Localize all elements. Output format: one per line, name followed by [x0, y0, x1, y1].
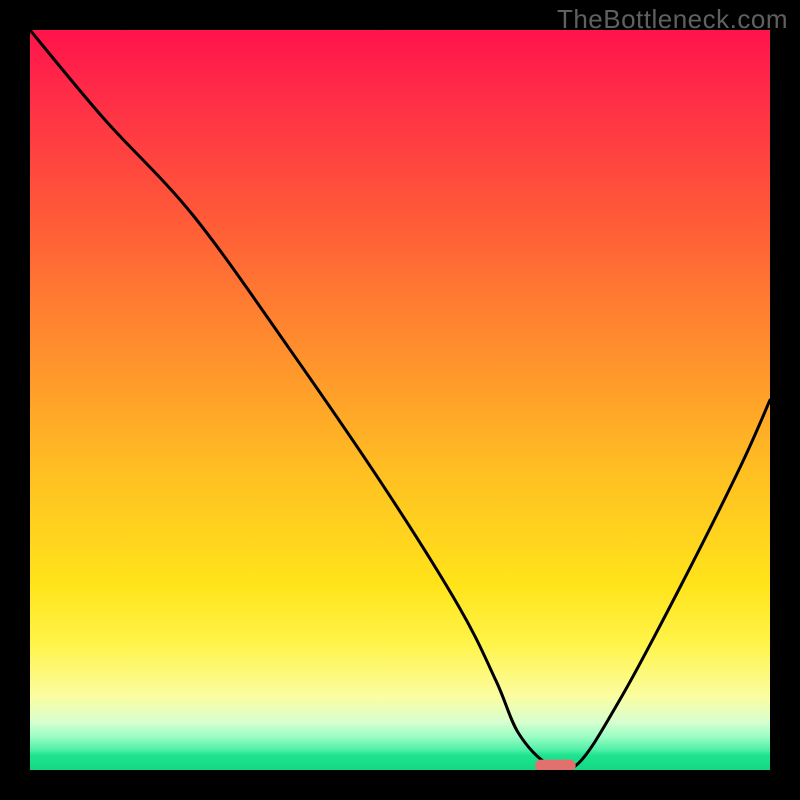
plot-area: [30, 30, 770, 770]
chart-frame: TheBottleneck.com: [0, 0, 800, 800]
curve-svg: [30, 30, 770, 770]
optimal-marker: [535, 760, 576, 770]
bottleneck-curve: [30, 30, 770, 770]
watermark-text: TheBottleneck.com: [557, 4, 788, 35]
